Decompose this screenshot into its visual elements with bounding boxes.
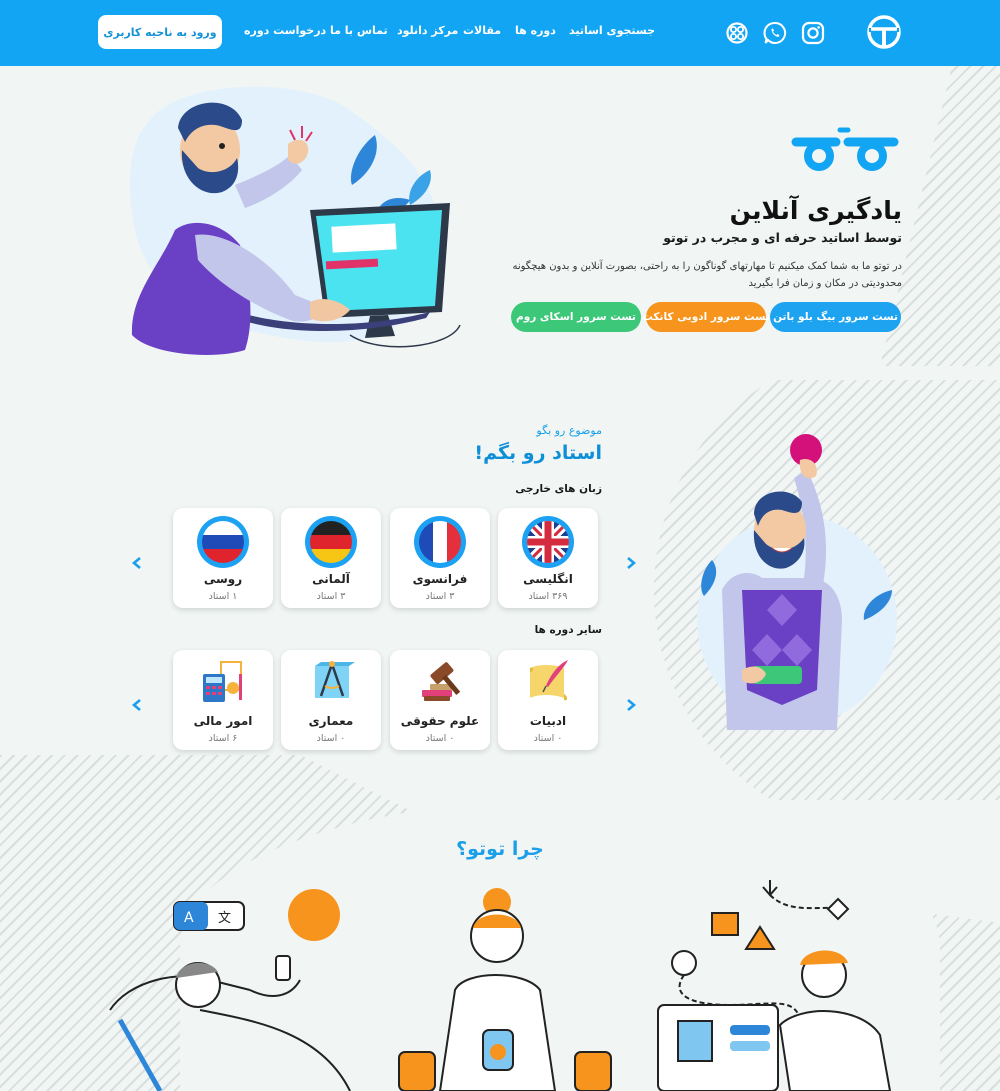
nav-articles[interactable]: مقالات <box>463 24 501 42</box>
teacher-illustration <box>697 434 897 730</box>
adobe-connect-test-button[interactable]: تست سرور ادوبی کانکت <box>642 302 770 332</box>
hero-illustration <box>130 86 461 355</box>
hero-title: یادگیری آنلاین <box>729 196 902 225</box>
courses-next-arrow-icon[interactable] <box>624 698 638 712</box>
language-card-german[interactable]: آلمانی ۳ استاد <box>281 508 381 608</box>
gavel-icon <box>422 662 461 701</box>
course-card-literature[interactable]: ادبیات ۰ استاد <box>498 650 598 750</box>
skyroom-test-button[interactable]: تست سرور اسکای روم <box>511 302 641 332</box>
language-card-russian[interactable]: روسی ۱ استاد <box>173 508 273 608</box>
instagram-icon[interactable] <box>800 20 826 46</box>
bigbluebutton-test-button[interactable]: تست سرور بیگ بلو باتن <box>770 302 901 332</box>
learner-illustration: A 文 <box>109 889 351 1091</box>
aparat-icon[interactable] <box>724 20 750 46</box>
course-card-architecture[interactable]: معماری ۰ استاد <box>281 650 381 750</box>
top-navbar: جستجوی اساتید دوره ها مقالات مرکز دانلود… <box>0 0 1000 66</box>
teacher-count: ۰ استاد <box>316 733 346 744</box>
france-flag-icon <box>414 516 466 568</box>
nav-find-teachers[interactable]: جستجوی اساتید <box>569 24 655 42</box>
languages-label: زبان های خارجی <box>515 483 602 495</box>
courses-prev-arrow-icon[interactable] <box>130 698 144 712</box>
nav-download-center[interactable]: مرکز دانلود <box>397 24 458 42</box>
card-title: معماری <box>308 714 354 728</box>
brand-logo <box>791 127 899 171</box>
svg-text:文: 文 <box>218 911 231 926</box>
card-title: آلمانی <box>312 572 350 586</box>
germany-flag-icon <box>305 516 357 568</box>
architecture-icon <box>315 661 355 698</box>
path-illustration <box>657 880 892 1091</box>
russia-flag-icon <box>197 516 249 568</box>
site-logo-icon[interactable] <box>866 14 902 50</box>
literature-icon <box>530 660 568 701</box>
teacher-count: ۳ استاد <box>425 591 455 602</box>
other-courses-label: سایر دوره ها <box>534 624 602 636</box>
card-title: فرانسوی <box>412 572 468 586</box>
uk-flag-icon <box>522 516 574 568</box>
hero-subtitle: توسط اساتید حرفه ای و مجرب در توتو <box>663 230 902 245</box>
languages-next-arrow-icon[interactable] <box>624 556 638 570</box>
teacher-count: ۱ استاد <box>208 591 238 602</box>
hero-description: در توتو ما به شما کمک میکنیم تا مهارتهای… <box>512 261 902 289</box>
teacher-count: ۰ استاد <box>425 733 455 744</box>
card-title: امور مالی <box>193 714 253 728</box>
section-headline: استاد رو بگم! <box>474 442 602 464</box>
nav-course-request[interactable]: درخواست دوره <box>244 24 326 42</box>
card-title: ادبیات <box>529 714 567 728</box>
languages-prev-arrow-icon[interactable] <box>130 556 144 570</box>
saver-illustration <box>398 888 612 1091</box>
why-section-title: چرا توتو؟ <box>456 838 544 860</box>
course-card-law[interactable]: علوم حقوقی ۰ استاد <box>390 650 490 750</box>
card-title: علوم حقوقی <box>400 714 480 728</box>
course-card-finance[interactable]: امور مالی ۶ استاد <box>173 650 273 750</box>
svg-text:A: A <box>184 910 194 926</box>
nav-courses[interactable]: دوره ها <box>515 24 556 42</box>
login-button[interactable]: ورود به ناحیه کاربری <box>98 15 222 49</box>
language-card-french[interactable]: فرانسوی ۳ استاد <box>390 508 490 608</box>
finance-icon <box>203 661 242 702</box>
card-title: روسی <box>203 572 243 586</box>
teacher-count: ۶ استاد <box>208 733 238 744</box>
section-kicker: موضوع رو بگو <box>536 424 602 437</box>
whatsapp-icon[interactable] <box>762 20 788 46</box>
teacher-count: ۳ استاد <box>316 591 346 602</box>
teacher-count: ۰ استاد <box>533 733 563 744</box>
nav-contact-us[interactable]: تماس با ما <box>330 24 388 42</box>
teacher-count: ۳۶۹ استاد <box>528 591 568 602</box>
language-card-english[interactable]: انگلیسی ۳۶۹ استاد <box>498 508 598 608</box>
card-title: انگلیسی <box>523 572 573 586</box>
